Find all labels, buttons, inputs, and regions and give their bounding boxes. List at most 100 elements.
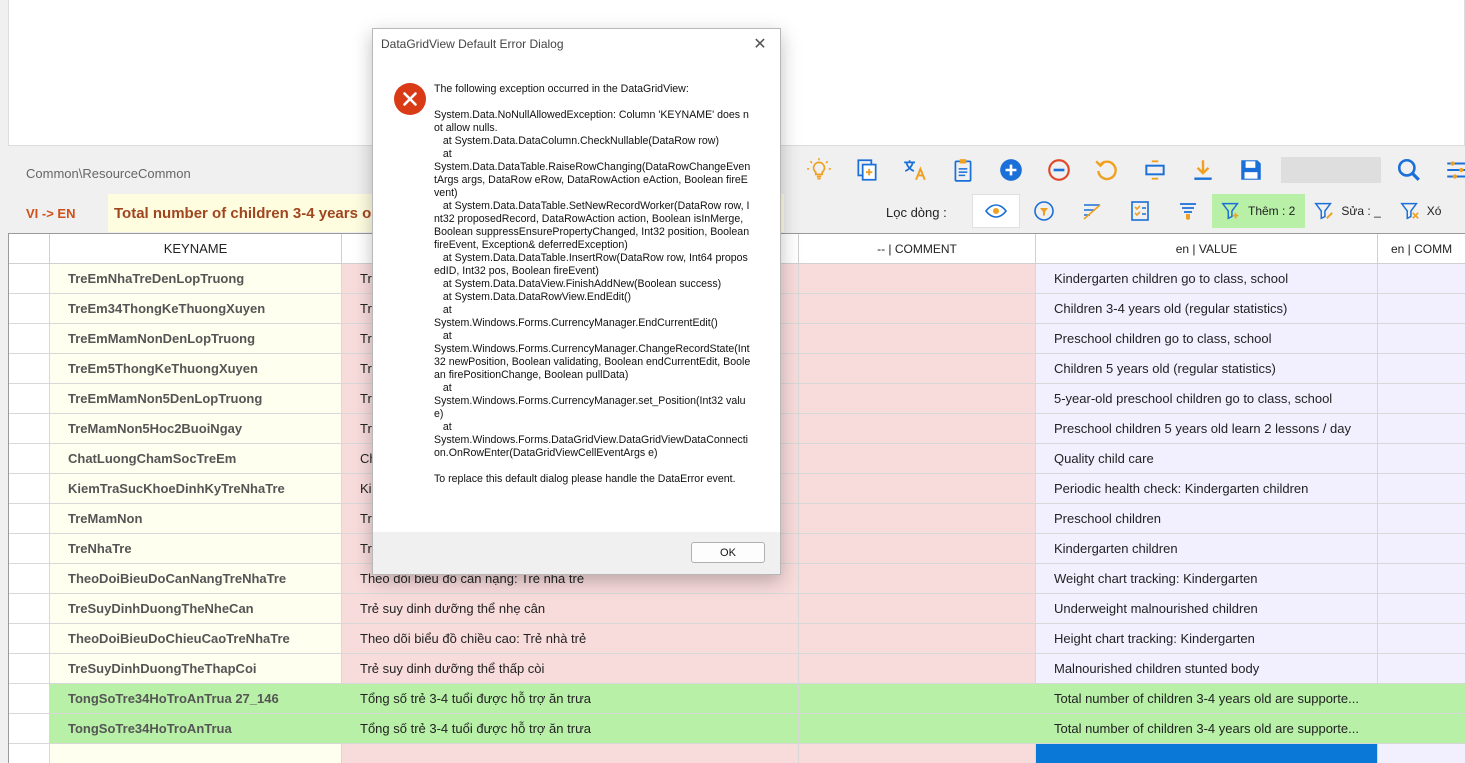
settings-icon[interactable] [1433,152,1465,188]
comment-cell[interactable] [799,744,1036,763]
row-header[interactable] [9,714,50,744]
comment-cell[interactable] [799,294,1036,324]
en-value-cell[interactable]: Underweight malnourished children [1036,594,1378,624]
en-value-cell[interactable]: Preschool children [1036,504,1378,534]
en-comment-cell[interactable] [1378,384,1465,414]
row-header[interactable] [9,564,50,594]
table-row-added[interactable]: TongSoTre34HoTroAnTrua Tổng số trẻ 3-4 tu… [9,714,1465,744]
en-value-cell[interactable]: Height chart tracking: Kindergarten [1036,624,1378,654]
en-comment-cell[interactable] [1378,444,1465,474]
comment-cell[interactable] [799,594,1036,624]
keyname-cell[interactable]: TreNhaTre [50,534,342,564]
en-comment-cell[interactable] [1378,534,1465,564]
en-value-cell[interactable]: Kindergarten children go to class, schoo… [1036,264,1378,294]
keyname-cell[interactable]: TreEm34ThongKeThuongXuyen [50,294,342,324]
filter-added-rows-button[interactable]: Thêm : 2 [1212,194,1306,228]
en-comment-cell[interactable] [1378,354,1465,384]
comment-cell[interactable] [799,564,1036,594]
en-comment-cell[interactable] [1378,414,1465,444]
resize-icon[interactable] [1131,152,1179,188]
row-header[interactable] [9,594,50,624]
comment-cell[interactable] [799,414,1036,444]
download-icon[interactable] [1179,152,1227,188]
keyname-cell[interactable]: KiemTraSucKhoeDinhKyTreNhaTre [50,474,342,504]
en-value-cell[interactable]: Periodic health check: Kindergarten chil… [1036,474,1378,504]
comment-cell[interactable] [799,384,1036,414]
en-value-cell-selected[interactable] [1036,744,1378,763]
keyname-cell[interactable]: TreSuyDinhDuongTheNheCan [50,594,342,624]
keyname-cell[interactable]: ChatLuongChamSocTreEm [50,444,342,474]
en-comment-cell[interactable] [1378,654,1465,684]
keyname-cell[interactable]: TongSoTre34HoTroAnTrua [50,714,342,744]
vi-value-cell[interactable]: Tổng số trẻ 3-4 tuổi được hỗ trợ ăn trưa [342,684,799,714]
row-header[interactable] [9,294,50,324]
row-header[interactable] [9,744,50,763]
row-header[interactable] [9,684,50,714]
sort-icon[interactable] [1068,194,1116,228]
search-box[interactable] [1281,157,1381,183]
eye-icon[interactable] [972,194,1020,228]
row-header[interactable] [9,534,50,564]
en-comment-cell[interactable] [1378,714,1465,744]
keyname-cell[interactable]: TheoDoiBieuDoCanNangTreNhaTre [50,564,342,594]
table-row[interactable]: TreSuyDinhDuongTheThapCoi Trẻ suy dinh dư… [9,654,1465,684]
keyname-cell[interactable]: TreEmNhaTreDenLopTruong [50,264,342,294]
comment-cell[interactable] [799,714,1036,744]
search-icon[interactable] [1385,152,1433,188]
column-header-comment[interactable]: -- | COMMENT [799,234,1036,264]
comment-cell[interactable] [799,324,1036,354]
vi-value-cell[interactable]: Tổng số trẻ 3-4 tuổi được hỗ trợ ăn trưa [342,714,799,744]
en-comment-cell[interactable] [1378,474,1465,504]
vi-value-cell[interactable]: Theo dõi biểu đồ chiều cao: Trẻ nhà trẻ [342,624,799,654]
en-comment-cell[interactable] [1378,564,1465,594]
table-row-added[interactable]: TongSoTre34HoTroAnTrua 27_146 Tổng số trẻ… [9,684,1465,714]
minus-circle-icon[interactable] [1035,152,1083,188]
keyname-cell[interactable]: TreMamNon5Hoc2BuoiNgay [50,414,342,444]
en-value-cell[interactable]: Total number of children 3-4 years old a… [1036,684,1378,714]
row-header[interactable] [9,354,50,384]
en-value-cell[interactable]: 5-year-old preschool children go to clas… [1036,384,1378,414]
translate-icon[interactable] [891,152,939,188]
row-header[interactable] [9,624,50,654]
bulb-icon[interactable] [795,152,843,188]
row-header[interactable] [9,414,50,444]
list-check-icon[interactable] [1116,194,1164,228]
table-row[interactable]: TreSuyDinhDuongTheNheCan Trẻ suy dinh dưỡ… [9,594,1465,624]
en-comment-cell[interactable] [1378,684,1465,714]
table-row-new[interactable] [9,744,1465,763]
keyname-cell[interactable]: TreEmMamNon5DenLopTruong [50,384,342,414]
en-value-cell[interactable]: Malnourished children stunted body [1036,654,1378,684]
column-header-en-value[interactable]: en | VALUE [1036,234,1378,264]
comment-cell[interactable] [799,684,1036,714]
close-icon[interactable]: ✕ [750,34,770,54]
plus-circle-icon[interactable] [987,152,1035,188]
en-value-cell[interactable]: Children 3-4 years old (regular statisti… [1036,294,1378,324]
en-value-cell[interactable]: Quality child care [1036,444,1378,474]
vi-value-cell[interactable] [342,744,799,763]
keyname-cell[interactable]: TreEm5ThongKeThuongXuyen [50,354,342,384]
row-header[interactable] [9,444,50,474]
keyname-cell[interactable] [50,744,342,763]
en-comment-cell[interactable] [1378,594,1465,624]
table-row[interactable]: TheoDoiBieuDoChieuCaoTreNhaTre Theo dõi b… [9,624,1465,654]
keyname-cell[interactable]: TreMamNon [50,504,342,534]
vi-value-cell[interactable]: Trẻ suy dinh dưỡng thể thấp còi [342,654,799,684]
comment-cell[interactable] [799,624,1036,654]
keyname-cell[interactable]: TongSoTre34HoTroAnTrua 27_146 [50,684,342,714]
row-header[interactable] [9,504,50,534]
add-tab-icon[interactable] [843,152,891,188]
funnel-lines-icon[interactable] [1164,194,1212,228]
comment-cell[interactable] [799,534,1036,564]
filter-circle-icon[interactable] [1020,194,1068,228]
row-header[interactable] [9,384,50,414]
en-comment-cell[interactable] [1378,744,1465,763]
en-value-cell[interactable]: Weight chart tracking: Kindergarten [1036,564,1378,594]
en-comment-cell[interactable] [1378,504,1465,534]
vi-value-cell[interactable]: Trẻ suy dinh dưỡng thể nhẹ cân [342,594,799,624]
en-value-cell[interactable]: Preschool children 5 years old learn 2 l… [1036,414,1378,444]
en-value-cell[interactable]: Total number of children 3-4 years old a… [1036,714,1378,744]
row-header[interactable] [9,264,50,294]
comment-cell[interactable] [799,264,1036,294]
keyname-cell[interactable]: TreEmMamNonDenLopTruong [50,324,342,354]
en-value-cell[interactable]: Kindergarten children [1036,534,1378,564]
